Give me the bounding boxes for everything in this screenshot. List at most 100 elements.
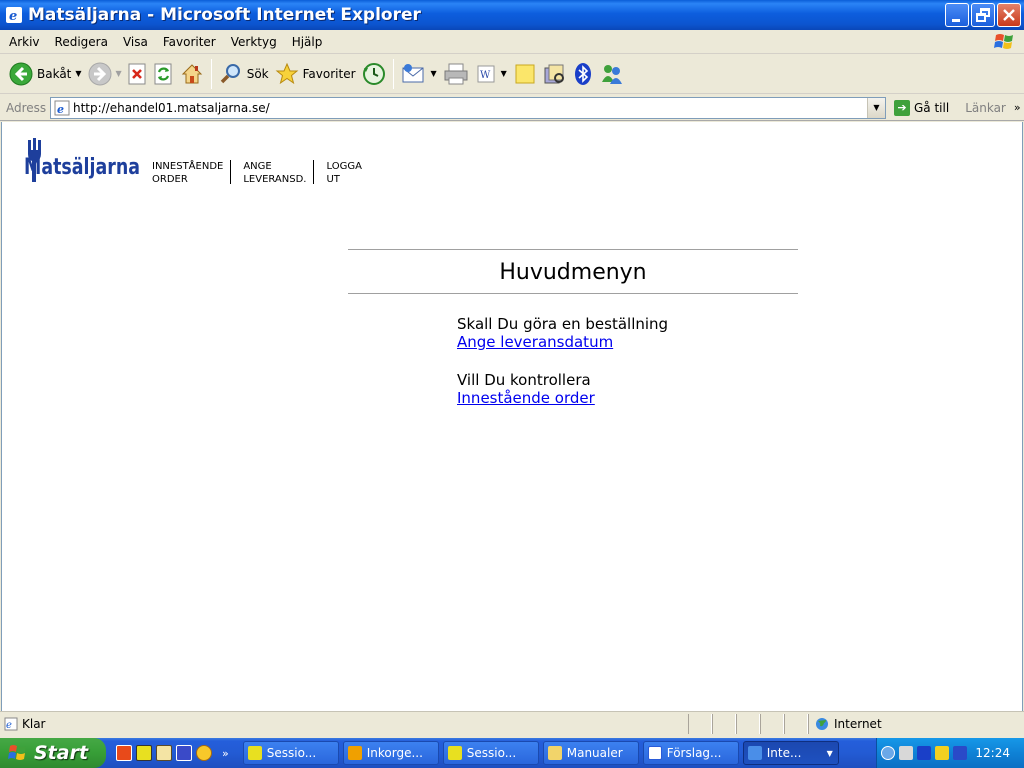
title-bar[interactable]: e Matsäljarna - Microsoft Internet Explo… (0, 0, 1024, 30)
quicklaunch-session-icon[interactable] (136, 745, 152, 761)
task-label: Manualer (566, 746, 623, 760)
start-button[interactable]: Start (0, 738, 106, 768)
menu-favoriter[interactable]: Favoriter (154, 35, 222, 49)
taskbar: Start » Sessio... Inkorge... Sessio... M… (0, 738, 1024, 768)
search-button[interactable]: Sök (216, 57, 272, 91)
print-button[interactable] (440, 57, 472, 91)
discuss-button[interactable] (510, 57, 540, 91)
minimize-button[interactable] (945, 3, 969, 27)
go-label: Gå till (914, 100, 950, 115)
nav-ange-leveransd[interactable]: ANGE LEVERANSD. (243, 160, 318, 186)
menu-redigera[interactable]: Redigera (46, 35, 114, 49)
status-bar: e Klar Internet (0, 711, 1024, 735)
browser-content: Matsäljarna INNESTÅENDE ORDER ANGE LEVER… (1, 122, 1023, 711)
task-button-active[interactable]: Inte... ▼ (742, 741, 839, 765)
close-button[interactable] (997, 3, 1021, 27)
chevron-down-icon: ▼ (115, 69, 122, 78)
chevron-down-icon[interactable]: ▼ (431, 69, 437, 78)
printer-icon (444, 63, 468, 84)
menu-hjalp[interactable]: Hjälp (283, 35, 329, 49)
restore-button[interactable] (971, 3, 995, 27)
task-label: Sessio... (466, 746, 517, 760)
menu-group-order: Skall Du göra en beställning Ange levera… (457, 315, 668, 351)
go-button[interactable]: ➔ Gå till (890, 99, 953, 116)
svg-text:e: e (9, 9, 17, 23)
back-arrow-icon (9, 62, 33, 85)
outlook-icon (347, 746, 362, 760)
links-label[interactable]: Länkar (965, 101, 1006, 115)
nav-divider (230, 160, 232, 184)
search-icon (220, 63, 240, 83)
nav-divider (313, 160, 315, 184)
clock[interactable]: 12:24 (975, 746, 1010, 760)
stop-button[interactable] (125, 57, 151, 91)
menu-visa[interactable]: Visa (114, 35, 154, 49)
svg-text:e: e (6, 720, 12, 731)
bluetooth-icon (574, 62, 591, 85)
sound-tray-icon[interactable] (953, 746, 967, 760)
session-icon (247, 746, 262, 760)
star-icon (275, 62, 299, 84)
home-button[interactable] (177, 57, 207, 91)
task-label: Inkorge... (366, 746, 423, 760)
system-tray: 12:24 (876, 738, 1024, 768)
task-label: Sessio... (266, 746, 317, 760)
chevron-down-icon[interactable]: ▼ (75, 69, 81, 78)
research-button[interactable] (540, 57, 570, 91)
home-icon (181, 63, 202, 83)
printer-tray-icon[interactable] (899, 746, 913, 760)
messenger-button[interactable] (596, 57, 628, 91)
quicklaunch-clock-icon[interactable] (196, 745, 212, 761)
quicklaunch-book-icon[interactable] (156, 745, 172, 761)
start-label: Start (34, 742, 89, 764)
svg-text:Matsäljarna: Matsäljarna (24, 155, 140, 180)
status-cells (688, 714, 808, 734)
mail-button[interactable]: ▼ (398, 57, 440, 91)
menu-verktyg[interactable]: Verktyg (222, 35, 283, 49)
tray-expand-icon[interactable] (881, 746, 895, 760)
forward-button[interactable]: ▼ (85, 57, 125, 91)
close-icon (1003, 9, 1015, 21)
history-button[interactable] (359, 57, 389, 91)
back-label: Bakåt (37, 66, 72, 81)
minimize-icon (952, 19, 960, 22)
task-button[interactable]: Inkorge... (342, 741, 439, 765)
network-tray-icon[interactable] (935, 746, 949, 760)
task-button[interactable]: Förslag... (642, 741, 739, 765)
ie-icon: e (6, 7, 22, 23)
task-label: Inte... (766, 746, 802, 760)
task-button[interactable]: Manualer (542, 741, 639, 765)
nav-innestaende-order[interactable]: INNESTÅENDE ORDER (152, 160, 235, 186)
bluetooth-button[interactable] (570, 57, 596, 91)
word-doc-icon: W (477, 65, 495, 82)
chevron-down-icon: ▼ (873, 103, 880, 112)
innestaende-order-link[interactable]: Innestående order (457, 389, 595, 407)
refresh-button[interactable] (151, 57, 177, 91)
back-button[interactable]: Bakåt ▼ (6, 57, 85, 91)
note-icon (515, 64, 535, 83)
favorites-button[interactable]: Favoriter (272, 57, 359, 91)
quicklaunch-books-icon[interactable] (176, 745, 192, 761)
quicklaunch-outlook-icon[interactable] (116, 745, 132, 761)
task-button[interactable]: Sessio... (242, 741, 339, 765)
research-icon (544, 64, 564, 83)
chevron-right-double-icon[interactable]: » (1014, 101, 1021, 114)
chevron-down-icon[interactable]: ▼ (501, 69, 507, 78)
stop-icon (128, 63, 146, 84)
ange-leveransdatum-link[interactable]: Ange leveransdatum (457, 333, 613, 351)
task-button[interactable]: Sessio... (442, 741, 539, 765)
nav-logga-ut[interactable]: LOGGA UT (326, 160, 373, 186)
quick-launch: » (116, 745, 229, 761)
matsaljarna-logo[interactable]: Matsäljarna (24, 136, 142, 186)
session-icon (447, 746, 462, 760)
page-title: Huvudmenyn (499, 260, 647, 285)
address-input[interactable]: e http://ehandel01.matsaljarna.se/ ▼ (50, 96, 886, 119)
address-dropdown-button[interactable]: ▼ (867, 97, 885, 118)
address-url: http://ehandel01.matsaljarna.se/ (73, 100, 270, 115)
menu-group-check: Vill Du kontrollera Innestående order (457, 371, 668, 407)
menu-arkiv[interactable]: Arkiv (0, 35, 46, 49)
chevron-right-double-icon[interactable]: » (222, 747, 229, 760)
security-zone[interactable]: Internet (808, 714, 1018, 734)
bluetooth-tray-icon[interactable] (917, 746, 931, 760)
edit-button[interactable]: W ▼ (472, 57, 510, 91)
